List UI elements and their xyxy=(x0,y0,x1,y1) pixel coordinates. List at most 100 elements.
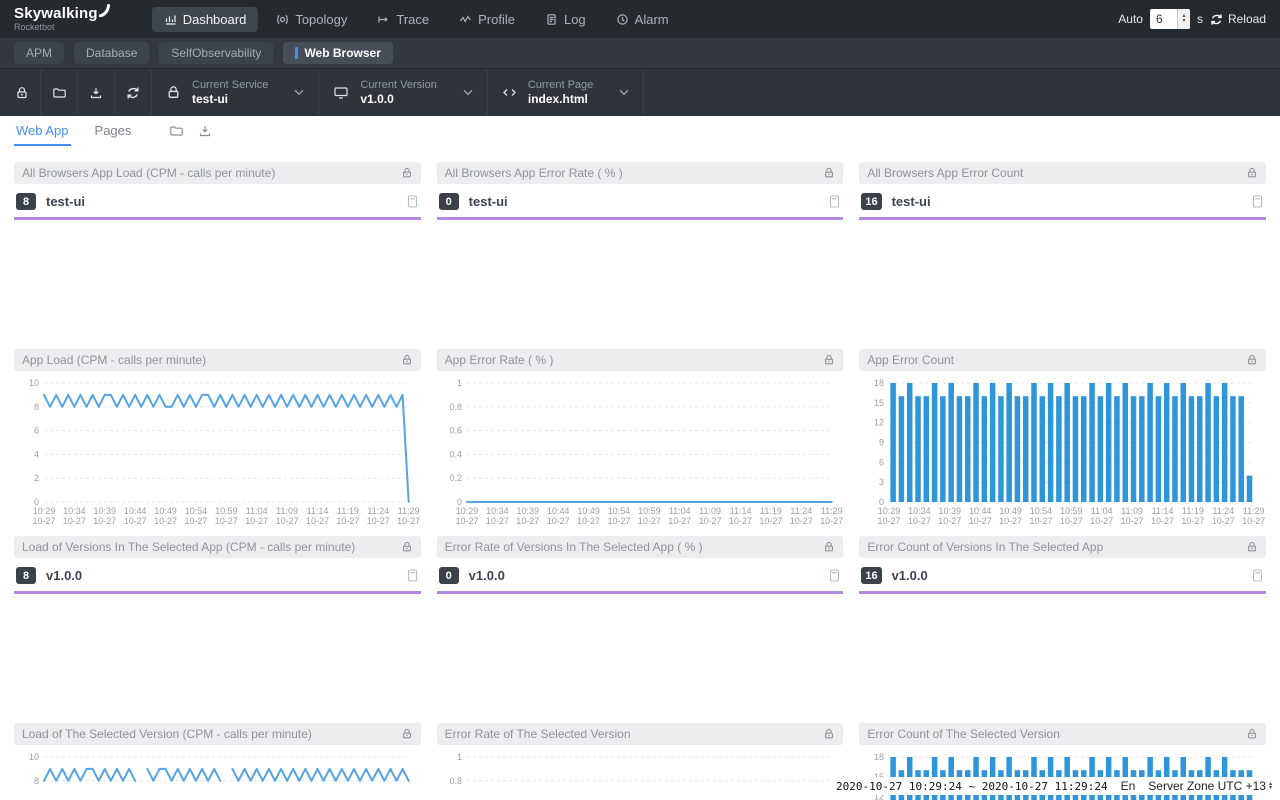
layer-pill-selfobservability[interactable]: SelfObservability xyxy=(159,42,273,64)
card-header: App Error Count xyxy=(859,349,1266,371)
metric-card: Load of Versions In The Selected App (CP… xyxy=(14,536,421,713)
selector-label: Current Version xyxy=(360,79,436,92)
current-version-selector[interactable]: Current Version v1.0.0 xyxy=(319,69,487,116)
stepper-arrows[interactable]: ▴▾ xyxy=(1269,782,1272,790)
card-body: 0 v1.0.0 xyxy=(437,558,844,713)
import-dashboard-button[interactable] xyxy=(169,116,184,146)
copy-button[interactable] xyxy=(1251,568,1264,583)
copy-button[interactable] xyxy=(406,194,419,209)
svg-text:10-27: 10-27 xyxy=(367,516,390,526)
svg-text:10-27: 10-27 xyxy=(93,516,116,526)
language-toggle[interactable]: En xyxy=(1121,779,1136,793)
svg-text:18: 18 xyxy=(874,752,884,762)
menu-item-trace[interactable]: Trace xyxy=(365,7,441,32)
top-menu: Dashboard Topology Trace Profile Log Ala… xyxy=(152,7,681,32)
svg-text:10-27: 10-27 xyxy=(1121,516,1144,526)
import-template-button[interactable] xyxy=(41,69,78,116)
bar-chart[interactable]: 181512963010:2910-2710:3410-2710:3910-27… xyxy=(859,371,1266,526)
alarm-icon xyxy=(616,13,629,26)
lock-button[interactable] xyxy=(4,69,41,116)
auto-interval-input[interactable]: 6 ▴▾ xyxy=(1150,9,1190,29)
copy-icon xyxy=(1251,568,1264,583)
svg-text:11:09: 11:09 xyxy=(276,506,298,516)
svg-text:10:49: 10:49 xyxy=(577,506,599,516)
time-range-picker[interactable]: 2020-10-27 10:29:24 ~ 2020-10-27 11:29:2… xyxy=(836,780,1108,793)
svg-text:10:29: 10:29 xyxy=(33,506,55,516)
layer-navbar: APM Database SelfObservability Web Brows… xyxy=(0,38,1280,68)
svg-text:10-27: 10-27 xyxy=(1030,516,1053,526)
list-item[interactable]: 0 v1.0.0 xyxy=(437,558,844,594)
value-badge: 8 xyxy=(16,567,36,584)
metric-card: Error Rate of Versions In The Selected A… xyxy=(437,536,844,713)
svg-text:9: 9 xyxy=(879,437,884,447)
copy-icon xyxy=(406,568,419,583)
card-title: Error Count of The Selected Version xyxy=(867,727,1246,741)
list-item[interactable]: 16 test-ui xyxy=(859,184,1266,220)
copy-button[interactable] xyxy=(828,194,841,209)
list-item[interactable]: 8 test-ui xyxy=(14,184,421,220)
stepper-arrows[interactable]: ▴▾ xyxy=(1177,9,1190,29)
svg-text:10-27: 10-27 xyxy=(1243,516,1266,526)
svg-text:1: 1 xyxy=(457,752,462,762)
export-template-button[interactable] xyxy=(78,69,115,116)
layer-pill-database[interactable]: Database xyxy=(74,42,149,64)
svg-text:3: 3 xyxy=(879,477,884,487)
svg-text:10:34: 10:34 xyxy=(63,506,85,516)
svg-text:10:54: 10:54 xyxy=(1030,506,1052,516)
svg-text:10-27: 10-27 xyxy=(939,516,962,526)
svg-text:10-27: 10-27 xyxy=(516,516,539,526)
lock-icon xyxy=(401,354,413,366)
svg-text:10-27: 10-27 xyxy=(1091,516,1114,526)
svg-text:10-27: 10-27 xyxy=(215,516,238,526)
svg-text:11:04: 11:04 xyxy=(246,506,268,516)
metric-card: App Error Count 181512963010:2910-2710:3… xyxy=(859,349,1266,526)
lock-icon xyxy=(823,167,835,179)
layer-pill-web-browser[interactable]: Web Browser xyxy=(283,42,392,64)
folder-icon xyxy=(52,86,67,100)
item-label: v1.0.0 xyxy=(46,568,82,583)
copy-button[interactable] xyxy=(828,568,841,583)
line-chart[interactable]: 108642010:2910-2710:3410-2710:3910-2710:… xyxy=(14,371,421,526)
app-logo[interactable]: Skywalking Rocketbot xyxy=(14,6,110,32)
menu-item-log[interactable]: Log xyxy=(533,7,598,32)
menu-item-dashboard[interactable]: Dashboard xyxy=(152,7,259,32)
list-item[interactable]: 8 v1.0.0 xyxy=(14,558,421,594)
list-item[interactable]: 0 test-ui xyxy=(437,184,844,220)
value-badge: 0 xyxy=(439,193,459,210)
dashboard-grid: All Browsers App Load (CPM - calls per m… xyxy=(0,146,1280,800)
copy-button[interactable] xyxy=(406,568,419,583)
current-page-selector[interactable]: Current Page index.html xyxy=(488,69,644,116)
lock-icon xyxy=(166,85,181,100)
layer-pill-apm[interactable]: APM xyxy=(14,42,64,64)
card-body: 108642010:2910-2710:3410-2710:3910-2710:… xyxy=(14,745,421,800)
svg-text:10:34: 10:34 xyxy=(486,506,508,516)
reload-button[interactable]: Reload xyxy=(1210,12,1266,26)
menu-item-profile[interactable]: Profile xyxy=(447,7,527,32)
svg-text:11:04: 11:04 xyxy=(1091,506,1113,516)
line-chart[interactable]: 108642010:2910-2710:3410-2710:3910-2710:… xyxy=(14,745,421,800)
line-chart[interactable]: 10.80.60.40.2010:2910-2710:3410-2710:391… xyxy=(437,371,844,526)
refresh-templates-button[interactable] xyxy=(115,69,152,116)
copy-button[interactable] xyxy=(1251,194,1264,209)
item-label: test-ui xyxy=(46,194,85,209)
svg-text:0.8: 0.8 xyxy=(449,776,461,786)
svg-text:10-27: 10-27 xyxy=(397,516,420,526)
current-service-selector[interactable]: Current Service test-ui xyxy=(152,69,319,116)
card-header: All Browsers App Error Rate ( % ) xyxy=(437,162,844,184)
line-chart[interactable]: 10.80.60.40.2010:2910-2710:3410-2710:391… xyxy=(437,745,844,800)
tab-web-app[interactable]: Web App xyxy=(14,116,71,146)
svg-text:10-27: 10-27 xyxy=(32,516,55,526)
svg-text:11:24: 11:24 xyxy=(790,506,812,516)
copy-icon xyxy=(828,568,841,583)
list-item[interactable]: 16 v1.0.0 xyxy=(859,558,1266,594)
svg-text:10-27: 10-27 xyxy=(154,516,177,526)
export-dashboard-button[interactable] xyxy=(198,116,212,146)
svg-text:10-27: 10-27 xyxy=(820,516,843,526)
tab-pages[interactable]: Pages xyxy=(93,116,134,146)
svg-text:10-27: 10-27 xyxy=(668,516,691,526)
menu-item-topology[interactable]: Topology xyxy=(264,7,359,32)
menu-item-alarm[interactable]: Alarm xyxy=(604,7,681,32)
card-header: App Load (CPM - calls per minute) xyxy=(14,349,421,371)
card-body: 16 v1.0.0 xyxy=(859,558,1266,713)
svg-text:10:44: 10:44 xyxy=(124,506,146,516)
